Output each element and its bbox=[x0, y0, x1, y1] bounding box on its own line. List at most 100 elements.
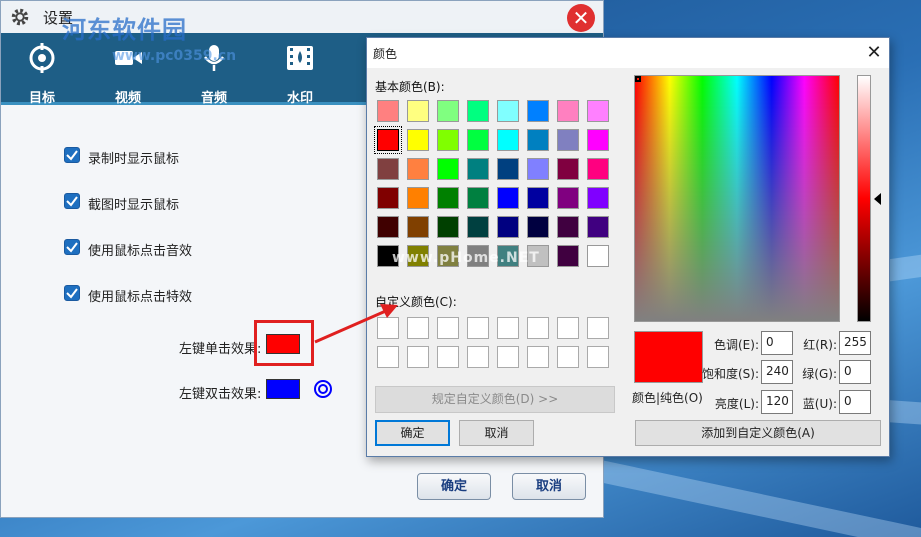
color-spectrum[interactable] bbox=[634, 75, 840, 322]
custom-color-swatch[interactable] bbox=[467, 346, 489, 368]
color-dialog: 颜色 ✕ 基本颜色(B): 自定义颜色(C): 规定自定义颜色(D) >> 确定… bbox=[366, 37, 890, 457]
custom-color-swatch[interactable] bbox=[587, 346, 609, 368]
green-input[interactable]: 0 bbox=[839, 360, 871, 384]
basic-color-swatch[interactable] bbox=[407, 216, 429, 238]
basic-color-swatch[interactable] bbox=[557, 216, 579, 238]
hue-input[interactable]: 0 bbox=[761, 331, 793, 355]
checkmark-icon bbox=[66, 196, 78, 207]
double-click-color-swatch[interactable] bbox=[266, 379, 300, 399]
basic-color-swatch[interactable] bbox=[557, 158, 579, 180]
custom-color-swatch[interactable] bbox=[557, 346, 579, 368]
basic-color-swatch[interactable] bbox=[527, 216, 549, 238]
basic-color-swatch[interactable] bbox=[437, 129, 459, 151]
basic-color-swatch[interactable] bbox=[497, 158, 519, 180]
color-dialog-titlebar[interactable]: 颜色 ✕ bbox=[367, 38, 889, 68]
basic-color-swatch[interactable] bbox=[437, 100, 459, 122]
custom-color-swatch[interactable] bbox=[557, 317, 579, 339]
custom-color-swatch[interactable] bbox=[467, 317, 489, 339]
blue-input[interactable]: 0 bbox=[839, 390, 871, 414]
show-cursor-recording-checkbox[interactable] bbox=[64, 147, 80, 163]
basic-color-swatch[interactable] bbox=[497, 216, 519, 238]
saturation-input[interactable]: 240 bbox=[761, 360, 793, 384]
basic-color-swatch[interactable] bbox=[377, 187, 399, 209]
basic-color-swatch[interactable] bbox=[467, 100, 489, 122]
basic-color-swatch[interactable] bbox=[557, 245, 579, 267]
saturation-label: 饱和度(S): bbox=[701, 367, 759, 381]
basic-color-swatch[interactable] bbox=[407, 187, 429, 209]
basic-color-swatch[interactable] bbox=[557, 187, 579, 209]
tab-watermark-label: 水印 bbox=[286, 91, 313, 106]
add-to-custom-colors-button[interactable]: 添加到自定义颜色(A) bbox=[635, 420, 881, 446]
basic-color-swatch[interactable] bbox=[437, 216, 459, 238]
basic-color-swatch[interactable] bbox=[467, 129, 489, 151]
basic-color-swatch[interactable] bbox=[467, 216, 489, 238]
luminosity-input[interactable]: 120 bbox=[761, 390, 793, 414]
blue-label: 蓝(U): bbox=[802, 397, 837, 411]
click-sound-checkbox[interactable] bbox=[64, 239, 80, 255]
basic-color-swatch[interactable] bbox=[587, 245, 609, 267]
basic-color-swatch[interactable] bbox=[377, 216, 399, 238]
single-click-color-swatch[interactable] bbox=[266, 334, 300, 354]
settings-cancel-button[interactable]: 取消 bbox=[512, 473, 586, 500]
basic-color-swatch[interactable] bbox=[497, 129, 519, 151]
basic-color-swatch[interactable] bbox=[587, 216, 609, 238]
custom-color-swatch[interactable] bbox=[437, 317, 459, 339]
color-cancel-button[interactable]: 取消 bbox=[459, 420, 534, 446]
tab-watermark[interactable]: 水印 bbox=[259, 33, 341, 106]
basic-color-swatch[interactable] bbox=[467, 158, 489, 180]
annotation-arrow-icon bbox=[314, 304, 398, 344]
tab-audio-label: 音频 bbox=[200, 91, 227, 106]
custom-color-swatch[interactable] bbox=[497, 346, 519, 368]
custom-color-swatch[interactable] bbox=[407, 346, 429, 368]
settings-ok-button[interactable]: 确定 bbox=[417, 473, 491, 500]
basic-color-swatch[interactable] bbox=[377, 100, 399, 122]
basic-color-swatch[interactable] bbox=[587, 158, 609, 180]
hue-label: 色调(E): bbox=[714, 338, 759, 352]
checkmark-icon bbox=[66, 242, 78, 253]
close-icon[interactable]: ✕ bbox=[861, 40, 887, 66]
basic-color-swatch[interactable] bbox=[407, 100, 429, 122]
close-button[interactable]: ✕ bbox=[567, 4, 595, 32]
luminosity-slider[interactable] bbox=[857, 75, 871, 322]
basic-color-swatch[interactable] bbox=[527, 158, 549, 180]
basic-color-swatch[interactable] bbox=[377, 158, 399, 180]
show-cursor-screenshot-checkbox[interactable] bbox=[64, 193, 80, 209]
basic-color-swatch[interactable] bbox=[527, 129, 549, 151]
basic-color-swatch[interactable] bbox=[407, 158, 429, 180]
basic-color-swatch[interactable] bbox=[527, 187, 549, 209]
custom-color-swatch[interactable] bbox=[527, 317, 549, 339]
basic-color-swatch[interactable] bbox=[437, 187, 459, 209]
click-effect-label: 使用鼠标点击特效 bbox=[88, 290, 193, 305]
ring-icon[interactable] bbox=[313, 379, 333, 399]
define-custom-colors-button[interactable]: 规定自定义颜色(D) >> bbox=[375, 386, 615, 413]
color-ok-button[interactable]: 确定 bbox=[375, 420, 450, 446]
click-sound-label: 使用鼠标点击音效 bbox=[88, 244, 193, 259]
basic-color-swatch[interactable] bbox=[497, 187, 519, 209]
target-icon bbox=[29, 43, 55, 73]
custom-color-swatch[interactable] bbox=[437, 346, 459, 368]
basic-color-swatch[interactable] bbox=[587, 187, 609, 209]
watermark-url-2: www.pHome.NET bbox=[392, 250, 540, 266]
basic-color-swatch[interactable] bbox=[374, 126, 402, 154]
wallpaper-ray bbox=[597, 460, 921, 537]
left-double-click-label: 左键双击效果: bbox=[179, 387, 262, 402]
custom-color-swatch[interactable] bbox=[497, 317, 519, 339]
luminosity-arrow-icon[interactable] bbox=[874, 193, 881, 205]
basic-color-swatch[interactable] bbox=[437, 158, 459, 180]
click-effect-checkbox[interactable] bbox=[64, 285, 80, 301]
basic-color-swatch[interactable] bbox=[587, 129, 609, 151]
custom-color-swatch[interactable] bbox=[407, 317, 429, 339]
basic-color-swatch[interactable] bbox=[557, 100, 579, 122]
basic-color-swatch[interactable] bbox=[587, 100, 609, 122]
red-label: 红(R): bbox=[803, 338, 837, 352]
basic-color-swatch[interactable] bbox=[407, 129, 429, 151]
show-cursor-screenshot-label: 截图时显示鼠标 bbox=[88, 198, 180, 213]
red-input[interactable]: 255 bbox=[839, 331, 871, 355]
basic-color-swatch[interactable] bbox=[557, 129, 579, 151]
color-preview bbox=[634, 331, 703, 383]
custom-color-swatch[interactable] bbox=[527, 346, 549, 368]
basic-color-swatch[interactable] bbox=[467, 187, 489, 209]
basic-color-swatch[interactable] bbox=[497, 100, 519, 122]
custom-color-swatch[interactable] bbox=[587, 317, 609, 339]
basic-color-swatch[interactable] bbox=[527, 100, 549, 122]
